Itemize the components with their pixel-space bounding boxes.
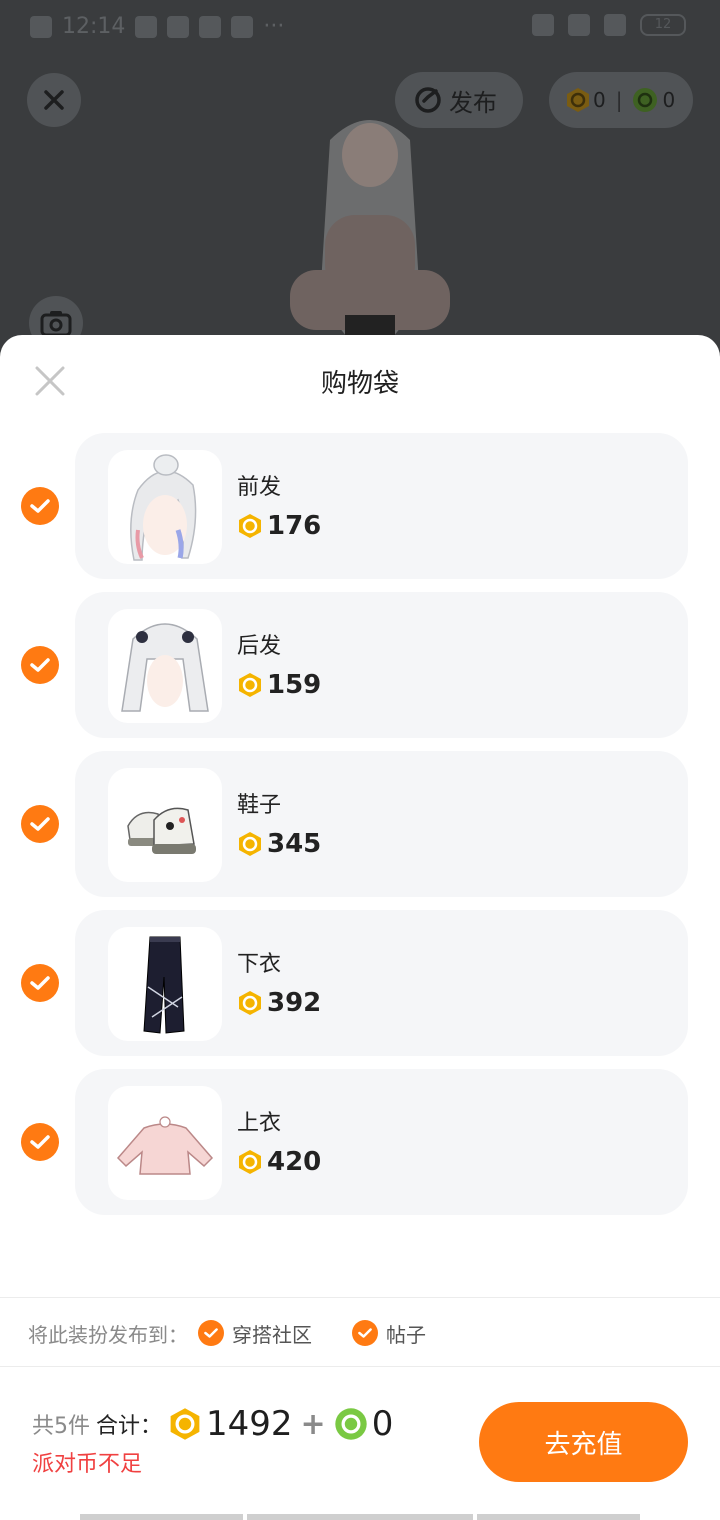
item-card[interactable]: 前发 176 — [75, 433, 688, 579]
checkmark-icon — [30, 499, 50, 513]
publish-to-label: 将此装扮发布到： — [28, 1322, 188, 1347]
status-bar: 12:14 ··· 12 — [0, 0, 720, 56]
item-thumbnail — [108, 768, 222, 882]
item-name: 上衣 — [237, 1111, 282, 1136]
publish-option-post[interactable]: 帖子 — [352, 1319, 426, 1348]
item-thumbnail — [108, 450, 222, 564]
total-gold: 1492 — [206, 1404, 293, 1444]
item-thumbnail — [108, 1086, 222, 1200]
avatar-character — [290, 120, 450, 360]
cart-item: 鞋子 345 — [0, 751, 720, 897]
balance-divider: | — [615, 88, 623, 112]
item-price-value: 420 — [267, 1147, 322, 1177]
gold-coin-icon — [567, 88, 589, 112]
item-card[interactable]: 鞋子 345 — [75, 751, 688, 897]
item-price-value: 159 — [267, 670, 322, 700]
item-price-value: 176 — [267, 511, 322, 541]
green-coin-count: 0 — [662, 88, 676, 112]
status-time: 12:14 — [62, 14, 126, 39]
item-checkbox[interactable] — [21, 487, 59, 525]
publish-targets: 将此装扮发布到： 穿搭社区 帖子 — [28, 1318, 456, 1348]
item-name: 后发 — [237, 634, 282, 659]
item-name: 鞋子 — [237, 793, 282, 818]
gold-coin-icon — [170, 1408, 200, 1440]
item-thumbnail — [108, 927, 222, 1041]
gold-coin-icon — [239, 832, 261, 856]
nav-bar-segment — [247, 1514, 473, 1520]
close-scene-button[interactable] — [27, 73, 81, 127]
item-price: 392 — [237, 988, 321, 1018]
nav-bar-segment — [80, 1514, 243, 1520]
total-label: 合计： — [96, 1414, 163, 1439]
order-summary: 共5件 合计： 1492 + 0 派对币不足 — [32, 1404, 393, 1478]
battery-icon: 12 — [640, 14, 686, 36]
video-icon — [167, 15, 190, 38]
item-price-value: 392 — [267, 988, 322, 1018]
item-checkbox[interactable] — [21, 1123, 59, 1161]
gold-coin-icon — [239, 673, 261, 697]
item-count: 共5件 — [32, 1414, 90, 1439]
gold-coin-icon — [239, 991, 261, 1015]
total-green: 0 — [371, 1404, 394, 1444]
sim-icon — [30, 15, 52, 38]
divider — [0, 1366, 720, 1367]
item-price: 345 — [237, 829, 321, 859]
item-price: 159 — [237, 670, 321, 700]
green-coin-icon — [334, 1408, 367, 1440]
item-price: 176 — [237, 511, 321, 541]
cart-item: 前发 176 — [0, 433, 720, 579]
close-icon — [44, 90, 64, 110]
item-price-value: 345 — [267, 829, 322, 859]
recharge-button[interactable]: 去充值 — [479, 1402, 688, 1482]
item-checkbox[interactable] — [21, 964, 59, 1002]
mail-icon — [199, 15, 222, 38]
alarm-icon — [532, 14, 554, 36]
publish-option-community[interactable]: 穿搭社区 — [198, 1319, 312, 1348]
item-name: 前发 — [237, 475, 282, 500]
checkbox-checked-icon — [352, 1320, 378, 1346]
cart-item: 下衣 392 — [0, 910, 720, 1056]
publish-option-label: 帖子 — [386, 1322, 426, 1347]
avatar-scene: 12:14 ··· 12 发布 0 | 0 — [0, 0, 720, 360]
nav-bar-segment — [477, 1514, 640, 1520]
gold-coin-count: 0 — [593, 88, 606, 112]
more-dots-icon: ··· — [263, 14, 285, 39]
app-icon — [231, 15, 254, 38]
cart-item: 后发 159 — [0, 592, 720, 738]
item-thumbnail — [108, 609, 222, 723]
camera-icon — [40, 311, 72, 337]
checkmark-icon — [30, 817, 50, 831]
gold-coin-icon — [239, 514, 261, 538]
wifi-icon — [604, 14, 626, 36]
item-price: 420 — [237, 1147, 321, 1177]
currency-balance[interactable]: 0 | 0 — [549, 72, 693, 128]
divider — [0, 1297, 720, 1298]
green-coin-icon — [633, 88, 658, 112]
vibrate-icon — [568, 14, 590, 36]
checkmark-icon — [30, 658, 50, 672]
checkbox-checked-icon — [198, 1320, 224, 1346]
item-card[interactable]: 上衣 420 — [75, 1069, 688, 1215]
item-card[interactable]: 后发 159 — [75, 592, 688, 738]
gold-coin-icon — [239, 1150, 261, 1174]
checkmark-icon — [30, 976, 50, 990]
cart-item: 上衣 420 — [0, 1069, 720, 1215]
checkmark-icon — [30, 1135, 50, 1149]
sheet-title: 购物袋 — [320, 369, 399, 399]
item-checkbox[interactable] — [21, 646, 59, 684]
cloud-icon — [135, 15, 158, 38]
plus-sign: + — [300, 1406, 326, 1442]
item-checkbox[interactable] — [21, 805, 59, 843]
publish-option-label: 穿搭社区 — [232, 1322, 312, 1347]
item-card[interactable]: 下衣 392 — [75, 910, 688, 1056]
insufficient-balance-warning: 派对币不足 — [32, 1452, 143, 1477]
item-name: 下衣 — [237, 952, 282, 977]
